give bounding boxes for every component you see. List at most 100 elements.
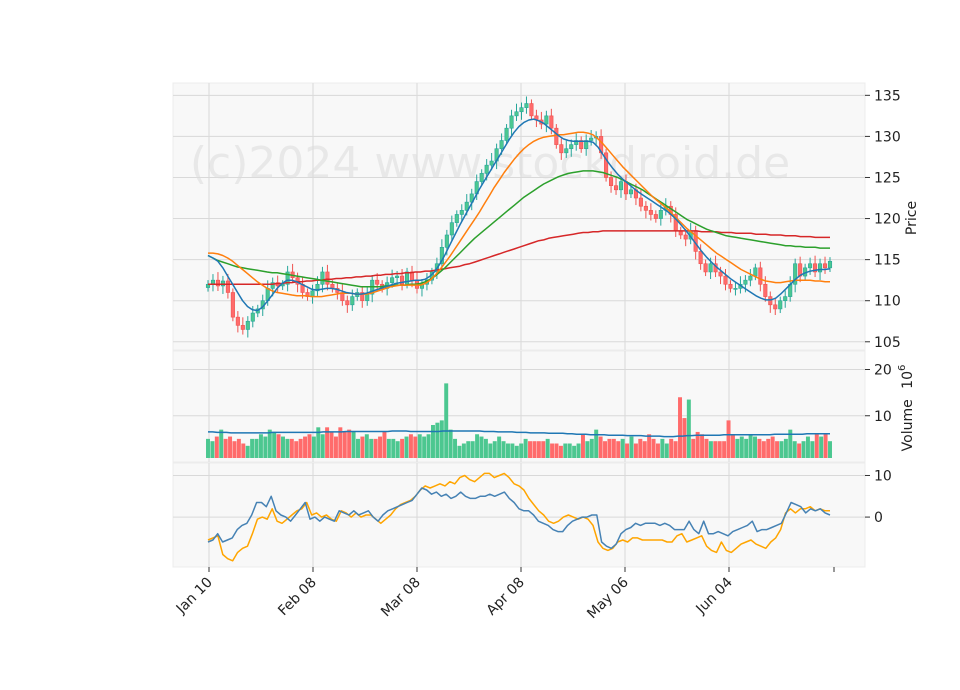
price-tick-label: 135 [874,88,901,104]
volume-bar [532,441,537,458]
candle-body [459,210,464,215]
volume-tick-label: 20 [874,363,892,379]
volume-axis-exponent: 6 [897,365,908,371]
candle-body [609,177,614,186]
candle-body [390,277,395,283]
candle-body [444,234,449,248]
volume-bar [625,443,630,458]
candle-body [822,263,828,269]
price-tick-label: 120 [874,212,901,228]
volume-bar [770,436,775,458]
volume-bar [488,443,493,458]
volume-bar [214,436,219,458]
volume-bar [541,441,546,458]
volume-bar [272,431,277,458]
volume-bar [311,436,316,458]
candle-body [827,260,833,269]
volume-bar [563,443,568,458]
candle-body [489,160,494,166]
volume-bar [713,441,718,458]
volume-bar [655,443,660,458]
volume-bar [682,418,687,458]
candle-body [449,222,454,236]
volume-bar [386,438,391,458]
volume-bar [426,434,431,458]
candle-body [479,173,484,182]
candle-body [215,279,220,287]
volume-bar [523,438,528,458]
candle-body [708,263,713,273]
volume-bar [206,438,210,458]
volume-bar [391,438,396,458]
volume-bar [258,434,263,458]
volume-bar [501,441,506,458]
volume-bar [598,436,603,458]
candle-body [235,316,240,326]
volume-bar [400,438,405,458]
volume-bar [364,434,369,458]
oscillator-panel [172,462,866,568]
candle-body [564,148,569,154]
candle-body [375,279,380,285]
candle-body [529,103,534,117]
candle-body [504,127,509,141]
volume-bar [347,429,352,458]
candle-body [733,288,738,290]
volume-bar [466,441,471,458]
volume-bar [700,434,705,458]
oscillator-tick-label: 10 [874,468,892,484]
candle-body [778,300,783,310]
volume-bar [510,443,515,458]
volume-bar [642,441,647,458]
candle-body [763,283,768,297]
candle-body [589,137,594,141]
candle-body [559,144,564,154]
volume-bar [479,436,484,458]
candle-body [753,267,758,277]
volume-bar [797,443,802,458]
candle-body [484,164,489,174]
volume-bar [378,436,383,458]
volume-axis-label: Volume [900,399,916,451]
volume-bar [285,438,290,458]
volume-bar [329,431,334,458]
candle-body [250,312,255,322]
volume-bar [395,441,400,458]
volume-bar [505,443,510,458]
volume-bar [722,441,727,458]
volume-bar [686,399,691,458]
volume-bar [382,431,387,458]
volume-bar [444,383,449,458]
volume-tick-label: 10 [874,409,892,425]
price-panel [172,82,866,351]
candle-body [683,234,688,240]
candle-body [230,292,235,318]
volume-bar [633,443,638,458]
candle-body [549,115,554,129]
candle-body [325,271,330,285]
candle-body [703,263,708,273]
volume-bar [589,438,594,458]
volume-bar [572,445,577,458]
volume-bar [413,436,418,458]
price-tick-label: 105 [874,335,901,351]
volume-bar [356,438,360,458]
candle-body [618,181,624,191]
volume-bar [373,438,378,458]
volume-bar [483,438,488,458]
volume-bar [453,438,458,458]
volume-bar [554,443,559,458]
volume-bar [647,434,652,458]
volume-bar [320,434,325,458]
volume-bar [492,441,497,458]
volume-bar [638,438,643,458]
candle-body [718,271,723,277]
volume-bar [408,434,413,458]
volume-bar [594,429,599,458]
volume-bar [470,441,475,458]
candle-body [544,115,549,125]
volume-bar [669,438,674,458]
stock-chart: (c)2024 www.stockdroid.de 10511011512012… [0,0,960,690]
candle-body [758,267,763,285]
volume-bar [580,434,585,458]
